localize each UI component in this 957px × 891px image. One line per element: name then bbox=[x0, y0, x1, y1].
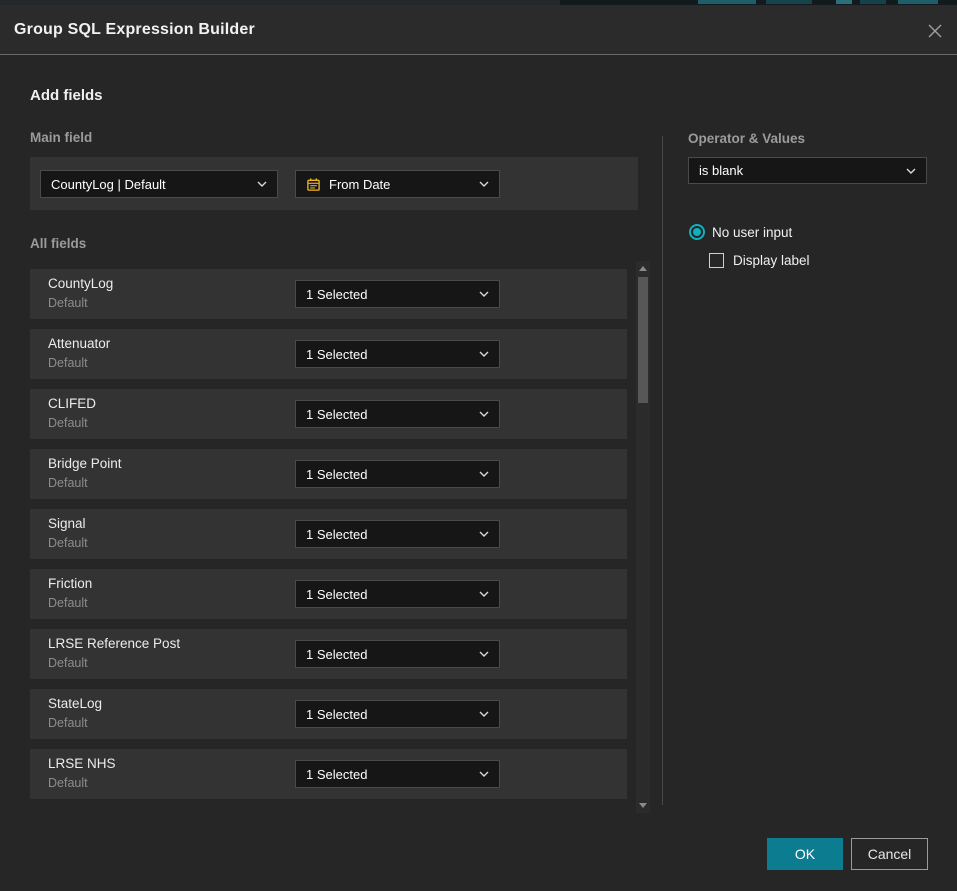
field-selected-value: 1 Selected bbox=[306, 767, 471, 782]
field-name: Bridge Point bbox=[48, 456, 122, 471]
chevron-down-icon bbox=[479, 591, 489, 597]
field-selected-value: 1 Selected bbox=[306, 707, 471, 722]
chevron-down-icon bbox=[479, 351, 489, 357]
operator-select-value: is blank bbox=[699, 163, 898, 178]
field-selected-value: 1 Selected bbox=[306, 347, 471, 362]
chevron-down-icon bbox=[479, 291, 489, 297]
chevron-down-icon bbox=[257, 181, 267, 187]
main-field-panel: CountyLog | Default From Date bbox=[30, 157, 638, 210]
field-row: StateLog Default 1 Selected bbox=[30, 689, 627, 739]
add-fields-heading: Add fields bbox=[30, 87, 103, 104]
field-selected-dropdown[interactable]: 1 Selected bbox=[295, 280, 500, 308]
operator-select[interactable]: is blank bbox=[688, 157, 927, 184]
field-selected-dropdown[interactable]: 1 Selected bbox=[295, 760, 500, 788]
chevron-down-icon bbox=[479, 651, 489, 657]
no-user-input-radio[interactable] bbox=[689, 224, 705, 240]
all-fields-label: All fields bbox=[30, 236, 86, 251]
field-selected-value: 1 Selected bbox=[306, 467, 471, 482]
background-fragment bbox=[860, 0, 886, 4]
main-field-select-value: From Date bbox=[329, 177, 471, 192]
no-user-input-label: No user input bbox=[712, 225, 792, 240]
field-name: StateLog bbox=[48, 696, 102, 711]
scrollbar bbox=[636, 261, 650, 813]
scrollbar-down-arrow[interactable] bbox=[639, 803, 647, 808]
field-subtitle: Default bbox=[48, 356, 88, 370]
scrollbar-up-arrow[interactable] bbox=[639, 266, 647, 271]
display-label-label: Display label bbox=[733, 253, 810, 268]
all-fields-list: CountyLog Default 1 Selected Attenuator … bbox=[30, 269, 627, 809]
layer-select-value: CountyLog | Default bbox=[51, 177, 249, 192]
chevron-down-icon bbox=[906, 168, 916, 174]
field-selected-value: 1 Selected bbox=[306, 647, 471, 662]
field-subtitle: Default bbox=[48, 716, 88, 730]
chevron-down-icon bbox=[479, 711, 489, 717]
field-selected-dropdown[interactable]: 1 Selected bbox=[295, 400, 500, 428]
scrollbar-thumb[interactable] bbox=[638, 277, 648, 403]
ok-button[interactable]: OK bbox=[767, 838, 843, 870]
field-name: CLIFED bbox=[48, 396, 96, 411]
panel-divider bbox=[662, 136, 663, 805]
main-field-select[interactable]: From Date bbox=[295, 170, 500, 198]
chevron-down-icon bbox=[479, 771, 489, 777]
field-subtitle: Default bbox=[48, 536, 88, 550]
field-row: Attenuator Default 1 Selected bbox=[30, 329, 627, 379]
field-row: Signal Default 1 Selected bbox=[30, 509, 627, 559]
field-subtitle: Default bbox=[48, 296, 88, 310]
field-row: LRSE Reference Post Default 1 Selected bbox=[30, 629, 627, 679]
field-name: LRSE NHS bbox=[48, 756, 116, 771]
chevron-down-icon bbox=[479, 411, 489, 417]
field-row: LRSE NHS Default 1 Selected bbox=[30, 749, 627, 799]
background-fragment bbox=[898, 0, 938, 4]
screen: Group SQL Expression Builder Add fields … bbox=[0, 0, 957, 891]
chevron-down-icon bbox=[479, 531, 489, 537]
dialog-title: Group SQL Expression Builder bbox=[14, 5, 255, 55]
calendar-icon bbox=[306, 177, 321, 192]
display-label-checkbox[interactable] bbox=[709, 253, 724, 268]
background-fragment bbox=[836, 0, 852, 4]
main-field-label: Main field bbox=[30, 130, 92, 145]
background-fragment bbox=[766, 0, 812, 4]
field-subtitle: Default bbox=[48, 656, 88, 670]
field-row: CLIFED Default 1 Selected bbox=[30, 389, 627, 439]
close-icon[interactable] bbox=[926, 22, 944, 40]
field-selected-value: 1 Selected bbox=[306, 527, 471, 542]
field-subtitle: Default bbox=[48, 596, 88, 610]
field-subtitle: Default bbox=[48, 416, 88, 430]
background-fragment bbox=[698, 0, 756, 4]
field-row: Friction Default 1 Selected bbox=[30, 569, 627, 619]
field-name: Signal bbox=[48, 516, 86, 531]
chevron-down-icon bbox=[479, 181, 489, 187]
field-selected-dropdown[interactable]: 1 Selected bbox=[295, 700, 500, 728]
field-name: CountyLog bbox=[48, 276, 113, 291]
group-sql-expression-builder-dialog: Group SQL Expression Builder Add fields … bbox=[0, 5, 957, 891]
layer-select[interactable]: CountyLog | Default bbox=[40, 170, 278, 198]
chevron-down-icon bbox=[479, 471, 489, 477]
field-name: LRSE Reference Post bbox=[48, 636, 180, 651]
field-selected-dropdown[interactable]: 1 Selected bbox=[295, 580, 500, 608]
field-selected-dropdown[interactable]: 1 Selected bbox=[295, 520, 500, 548]
field-selected-value: 1 Selected bbox=[306, 287, 471, 302]
field-selected-value: 1 Selected bbox=[306, 407, 471, 422]
cancel-button[interactable]: Cancel bbox=[851, 838, 928, 870]
field-name: Attenuator bbox=[48, 336, 110, 351]
field-selected-dropdown[interactable]: 1 Selected bbox=[295, 640, 500, 668]
field-selected-value: 1 Selected bbox=[306, 587, 471, 602]
field-row: Bridge Point Default 1 Selected bbox=[30, 449, 627, 499]
field-subtitle: Default bbox=[48, 476, 88, 490]
field-name: Friction bbox=[48, 576, 92, 591]
dialog-header: Group SQL Expression Builder bbox=[0, 5, 957, 55]
field-row: CountyLog Default 1 Selected bbox=[30, 269, 627, 319]
field-selected-dropdown[interactable]: 1 Selected bbox=[295, 340, 500, 368]
radio-selected-dot bbox=[693, 228, 701, 236]
field-subtitle: Default bbox=[48, 776, 88, 790]
field-selected-dropdown[interactable]: 1 Selected bbox=[295, 460, 500, 488]
operator-values-label: Operator & Values bbox=[688, 131, 805, 146]
